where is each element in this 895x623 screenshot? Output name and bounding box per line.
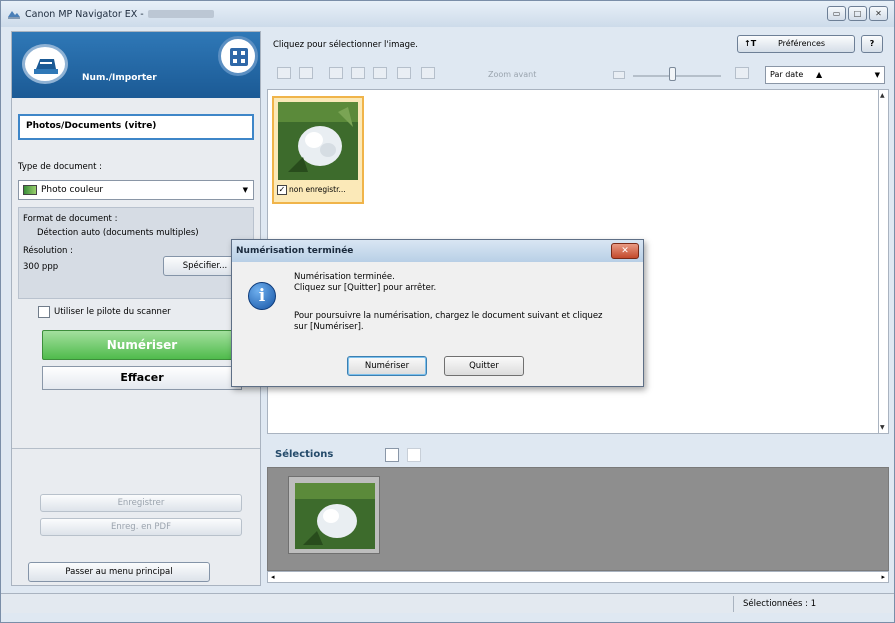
preferences-button[interactable]: ↑T Préférences <box>737 35 855 53</box>
status-separator <box>733 596 734 612</box>
select-all-icon[interactable] <box>385 448 399 462</box>
scroll-left-icon[interactable]: ◂ <box>271 573 275 581</box>
vertical-scrollbar[interactable]: ▲ ▼ <box>879 89 889 434</box>
save-pdf-button[interactable]: Enreg. en PDF <box>40 518 242 536</box>
thumbnail-checkbox[interactable]: ✓ <box>277 185 287 195</box>
doc-type-label: Type de document : <box>18 162 103 172</box>
size-slider-track[interactable] <box>633 75 721 77</box>
preferences-icon: ↑T <box>744 39 757 48</box>
sort-ascending-icon: ▲ <box>816 70 823 79</box>
scroll-up-icon[interactable]: ▲ <box>880 92 885 99</box>
doc-format-label: Format de document : <box>23 214 118 224</box>
scan-settings-box: Format de document : Détection auto (doc… <box>18 207 254 299</box>
scan-complete-dialog: Numérisation terminée ✕ i Numérisation t… <box>231 239 644 387</box>
selected-thumbnail-image <box>295 483 375 549</box>
horizontal-scrollbar[interactable]: ◂ ▸ <box>267 571 889 583</box>
maximize-button[interactable]: □ <box>848 6 867 21</box>
mode-label: Num./Importer <box>82 73 157 83</box>
dialog-line-2: Cliquez sur [Quitter] pour arrêter. <box>294 283 437 293</box>
dialog-title: Numérisation terminée <box>232 240 643 262</box>
scan-mode-icon[interactable] <box>22 44 68 84</box>
photo-icon <box>23 185 37 195</box>
title-bar: Canon MP Navigator EX - ▭ □ ✕ <box>1 1 894 27</box>
dialog-quit-button[interactable]: Quitter <box>444 356 524 376</box>
use-driver-checkbox[interactable] <box>38 306 50 318</box>
dialog-scan-button[interactable]: Numériser <box>347 356 427 376</box>
minimize-button[interactable]: ▭ <box>827 6 846 21</box>
chevron-down-icon: ▼ <box>874 71 880 79</box>
selections-bar: Sélections <box>267 441 889 465</box>
rotate-left-icon[interactable] <box>329 67 343 79</box>
selections-title: Sélections <box>275 449 334 460</box>
thumbnail-item[interactable]: ✓ non enregistr... <box>272 96 364 204</box>
dialog-line-4: sur [Numériser]. <box>294 322 364 332</box>
thumbnail-image <box>278 102 358 180</box>
selected-count: Sélectionnées : 1 <box>743 599 817 609</box>
small-size-icon <box>613 71 625 79</box>
large-size-icon <box>735 67 749 79</box>
window-title-filename <box>147 10 214 18</box>
status-bar: Sélectionnées : 1 <box>1 593 894 613</box>
scan-button[interactable]: Numériser <box>42 330 242 360</box>
dialog-close-button[interactable]: ✕ <box>611 243 639 259</box>
view-small-icon[interactable] <box>277 67 291 79</box>
info-icon: i <box>248 282 276 310</box>
main-menu-button[interactable]: Passer au menu principal <box>28 562 210 582</box>
close-button[interactable]: ✕ <box>869 6 888 21</box>
dialog-line-3: Pour poursuivre la numérisation, chargez… <box>294 311 603 321</box>
thumbnail-name: non enregistr... <box>289 185 346 194</box>
size-slider-thumb[interactable] <box>669 67 676 81</box>
window-title: Canon MP Navigator EX - <box>25 8 144 20</box>
save-button[interactable]: Enregistrer <box>40 494 242 512</box>
doc-type-select[interactable]: Photo couleur ▼ <box>18 180 254 200</box>
mode-header: Num./Importer <box>12 32 260 98</box>
zoom-icon[interactable] <box>421 67 435 79</box>
sort-value: Par date <box>770 70 804 79</box>
resolution-label: Résolution : <box>23 246 73 256</box>
zoom-label[interactable]: Zoom avant <box>488 70 536 79</box>
toolbar: Zoom avant Par date ▲ ▼ <box>267 63 889 85</box>
source-button[interactable]: Photos/Documents (vitre) <box>18 114 254 140</box>
mirror-icon[interactable] <box>373 67 387 79</box>
doc-format-value: Détection auto (documents multiples) <box>37 228 199 238</box>
scroll-right-icon[interactable]: ▸ <box>881 573 885 581</box>
instruction-text: Cliquez pour sélectionner l'image. <box>273 40 418 50</box>
view-grid-icon[interactable] <box>299 67 313 79</box>
help-button[interactable]: ? <box>861 35 883 53</box>
crop-icon[interactable] <box>397 67 411 79</box>
deselect-icon[interactable] <box>407 448 421 462</box>
doc-type-value: Photo couleur <box>41 185 104 195</box>
scroll-down-icon[interactable]: ▼ <box>880 424 885 431</box>
selected-thumbnail[interactable] <box>288 476 380 554</box>
selections-area <box>267 467 889 571</box>
clear-button[interactable]: Effacer <box>42 366 242 390</box>
use-driver-label: Utiliser le pilote du scanner <box>54 307 171 317</box>
main-menu-icon[interactable] <box>218 36 258 76</box>
dialog-line-1: Numérisation terminée. <box>294 272 395 282</box>
preferences-label: Préférences <box>778 39 826 48</box>
chevron-down-icon: ▼ <box>242 186 248 194</box>
app-icon <box>8 11 20 19</box>
resolution-value: 300 ppp <box>23 262 59 272</box>
sort-select[interactable]: Par date ▲ ▼ <box>765 66 885 84</box>
app-window: Canon MP Navigator EX - ▭ □ ✕ Num./Impor… <box>0 0 895 623</box>
left-panel: Num./Importer Photos/Documents (vitre) T… <box>11 31 261 586</box>
rotate-right-icon[interactable] <box>351 67 365 79</box>
divider <box>12 448 260 449</box>
